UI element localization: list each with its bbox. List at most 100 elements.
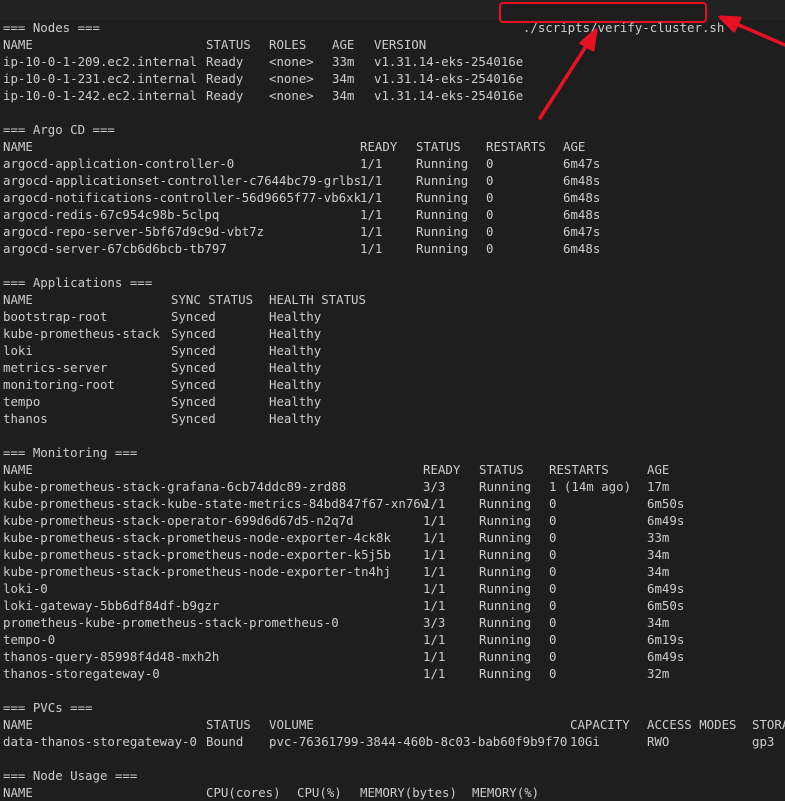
column-header: MEMORY(%) <box>472 785 540 800</box>
table-cell: 1/1 <box>360 207 383 222</box>
table-cell: 3/3 <box>423 479 446 494</box>
table-cell: Running <box>479 632 532 647</box>
table-header: NAME STATUS ROLES AGE VERSION <box>3 36 785 53</box>
table-cell: Running <box>416 224 469 239</box>
table-cell: Running <box>479 564 532 579</box>
table-cell: 1/1 <box>423 496 446 511</box>
table-cell: Healthy <box>269 343 322 358</box>
table-cell: Running <box>416 156 469 171</box>
column-header: CPU(cores) <box>206 785 281 800</box>
terminal-output[interactable]: === Nodes === NAME STATUS ROLES AGE VERSION ip… <box>3 19 785 800</box>
table-cell: 6m47s <box>563 156 601 171</box>
column-header: NAME <box>3 37 33 52</box>
table-row: metrics-server Synced Healthy <box>3 359 785 376</box>
table-cell: 1/1 <box>423 598 446 613</box>
table-row: kube-prometheus-stack Synced Healthy <box>3 325 785 342</box>
column-header: READY <box>360 139 398 154</box>
table-cell: 6m50s <box>647 496 685 511</box>
table-cell: loki-0 <box>3 581 48 596</box>
table-cell: Healthy <box>269 394 322 409</box>
table-cell: 1/1 <box>423 530 446 545</box>
column-header: READY <box>423 462 461 477</box>
table-cell: 6m49s <box>647 581 685 596</box>
table-cell: Running <box>416 173 469 188</box>
table-cell: loki-gateway-5bb6df84df-b9gzr <box>3 598 220 613</box>
table-cell: Ready <box>206 88 244 103</box>
table-cell: tempo <box>3 394 41 409</box>
table-row: monitoring-root Synced Healthy <box>3 376 785 393</box>
column-header: RESTARTS <box>486 139 546 154</box>
column-header: NAME <box>3 785 33 800</box>
column-header: RESTARTS <box>549 462 609 477</box>
section-title-text: === PVCs === <box>3 700 93 715</box>
table-cell: 0 <box>486 224 494 239</box>
table-cell: kube-prometheus-stack-prometheus-node-ex… <box>3 530 391 545</box>
table-row: tempo-0 1/1 Running 0 6m19s <box>3 631 785 648</box>
column-header: ROLES <box>269 37 307 52</box>
table-cell: thanos-storegateway-0 <box>3 666 160 681</box>
table-cell: kube-prometheus-stack-prometheus-node-ex… <box>3 564 391 579</box>
table-cell: kube-prometheus-stack-operator-699d6d67d… <box>3 513 354 528</box>
table-cell: <none> <box>269 88 314 103</box>
table-cell: argocd-applicationset-controller-c7644bc… <box>3 173 362 188</box>
table-cell: 6m48s <box>563 173 601 188</box>
table-cell: kube-prometheus-stack-grafana-6cb74ddc89… <box>3 479 347 494</box>
table-cell: 34m <box>332 88 355 103</box>
column-header: STATUS <box>479 462 524 477</box>
table-cell: 33m <box>332 54 355 69</box>
table-row: argocd-notifications-controller-56d9665f… <box>3 189 785 206</box>
table-cell: ip-10-0-1-209.ec2.internal <box>3 54 197 69</box>
table-row: argocd-applicationset-controller-c7644bc… <box>3 172 785 189</box>
column-header: HEALTH STATUS <box>269 292 366 307</box>
table-row: kube-prometheus-stack-prometheus-node-ex… <box>3 563 785 580</box>
table-cell: Running <box>416 241 469 256</box>
command-text: ./scripts/verify-cluster.sh <box>522 20 725 35</box>
table-cell: 6m50s <box>647 598 685 613</box>
section-title-text: === Nodes === <box>3 20 100 35</box>
table-cell: Healthy <box>269 309 322 324</box>
table-cell: 34m <box>332 71 355 86</box>
column-header: STATUS <box>206 37 251 52</box>
command-highlight-box: ./scripts/verify-cluster.sh <box>499 2 724 35</box>
table-header: NAME SYNC STATUS HEALTH STATUS <box>3 291 785 308</box>
table-cell: Running <box>479 581 532 596</box>
table-cell: data-thanos-storegateway-0 <box>3 734 197 749</box>
table-cell: 0 <box>549 496 557 511</box>
table-cell: 0 <box>549 513 557 528</box>
table-cell: thanos <box>3 411 48 426</box>
table-cell: Synced <box>171 360 216 375</box>
table-cell: Running <box>479 513 532 528</box>
column-header: AGE <box>647 462 670 477</box>
table-row: bootstrap-root Synced Healthy <box>3 308 785 325</box>
table-row: loki-0 1/1 Running 0 6m49s <box>3 580 785 597</box>
table-cell: loki <box>3 343 33 358</box>
section-title: === Node Usage === <box>3 767 785 784</box>
table-cell: kube-prometheus-stack-kube-state-metrics… <box>3 496 429 511</box>
table-cell: 6m48s <box>563 190 601 205</box>
table-row: argocd-repo-server-5bf67d9c9d-vbt7z 1/1 Ru… <box>3 223 785 240</box>
table-cell: 1/1 <box>423 581 446 596</box>
table-cell: Synced <box>171 411 216 426</box>
section-title: === PVCs === <box>3 699 785 716</box>
table-row: argocd-application-controller-0 1/1 Runnin… <box>3 155 785 172</box>
table-cell: Ready <box>206 54 244 69</box>
table-cell: argocd-repo-server-5bf67d9c9d-vbt7z <box>3 224 265 239</box>
table-cell: prometheus-kube-prometheus-stack-prometh… <box>3 615 339 630</box>
table-cell: 0 <box>549 632 557 647</box>
table-cell: Running <box>479 649 532 664</box>
table-row: kube-prometheus-stack-kube-state-metrics… <box>3 495 785 512</box>
table-cell: ip-10-0-1-231.ec2.internal <box>3 71 197 86</box>
table-row: ip-10-0-1-231.ec2.internal Ready <none> 34m… <box>3 70 785 87</box>
table-cell: kube-prometheus-stack-prometheus-node-ex… <box>3 547 391 562</box>
table-cell: 0 <box>486 190 494 205</box>
table-cell: 0 <box>486 173 494 188</box>
table-cell: 1/1 <box>423 564 446 579</box>
table-cell: Running <box>479 666 532 681</box>
table-row: argocd-server-67cb6d6bcb-tb797 1/1 Running… <box>3 240 785 257</box>
table-cell: tempo-0 <box>3 632 56 647</box>
table-cell: argocd-application-controller-0 <box>3 156 235 171</box>
table-cell: Running <box>479 479 532 494</box>
column-header: AGE <box>332 37 355 52</box>
